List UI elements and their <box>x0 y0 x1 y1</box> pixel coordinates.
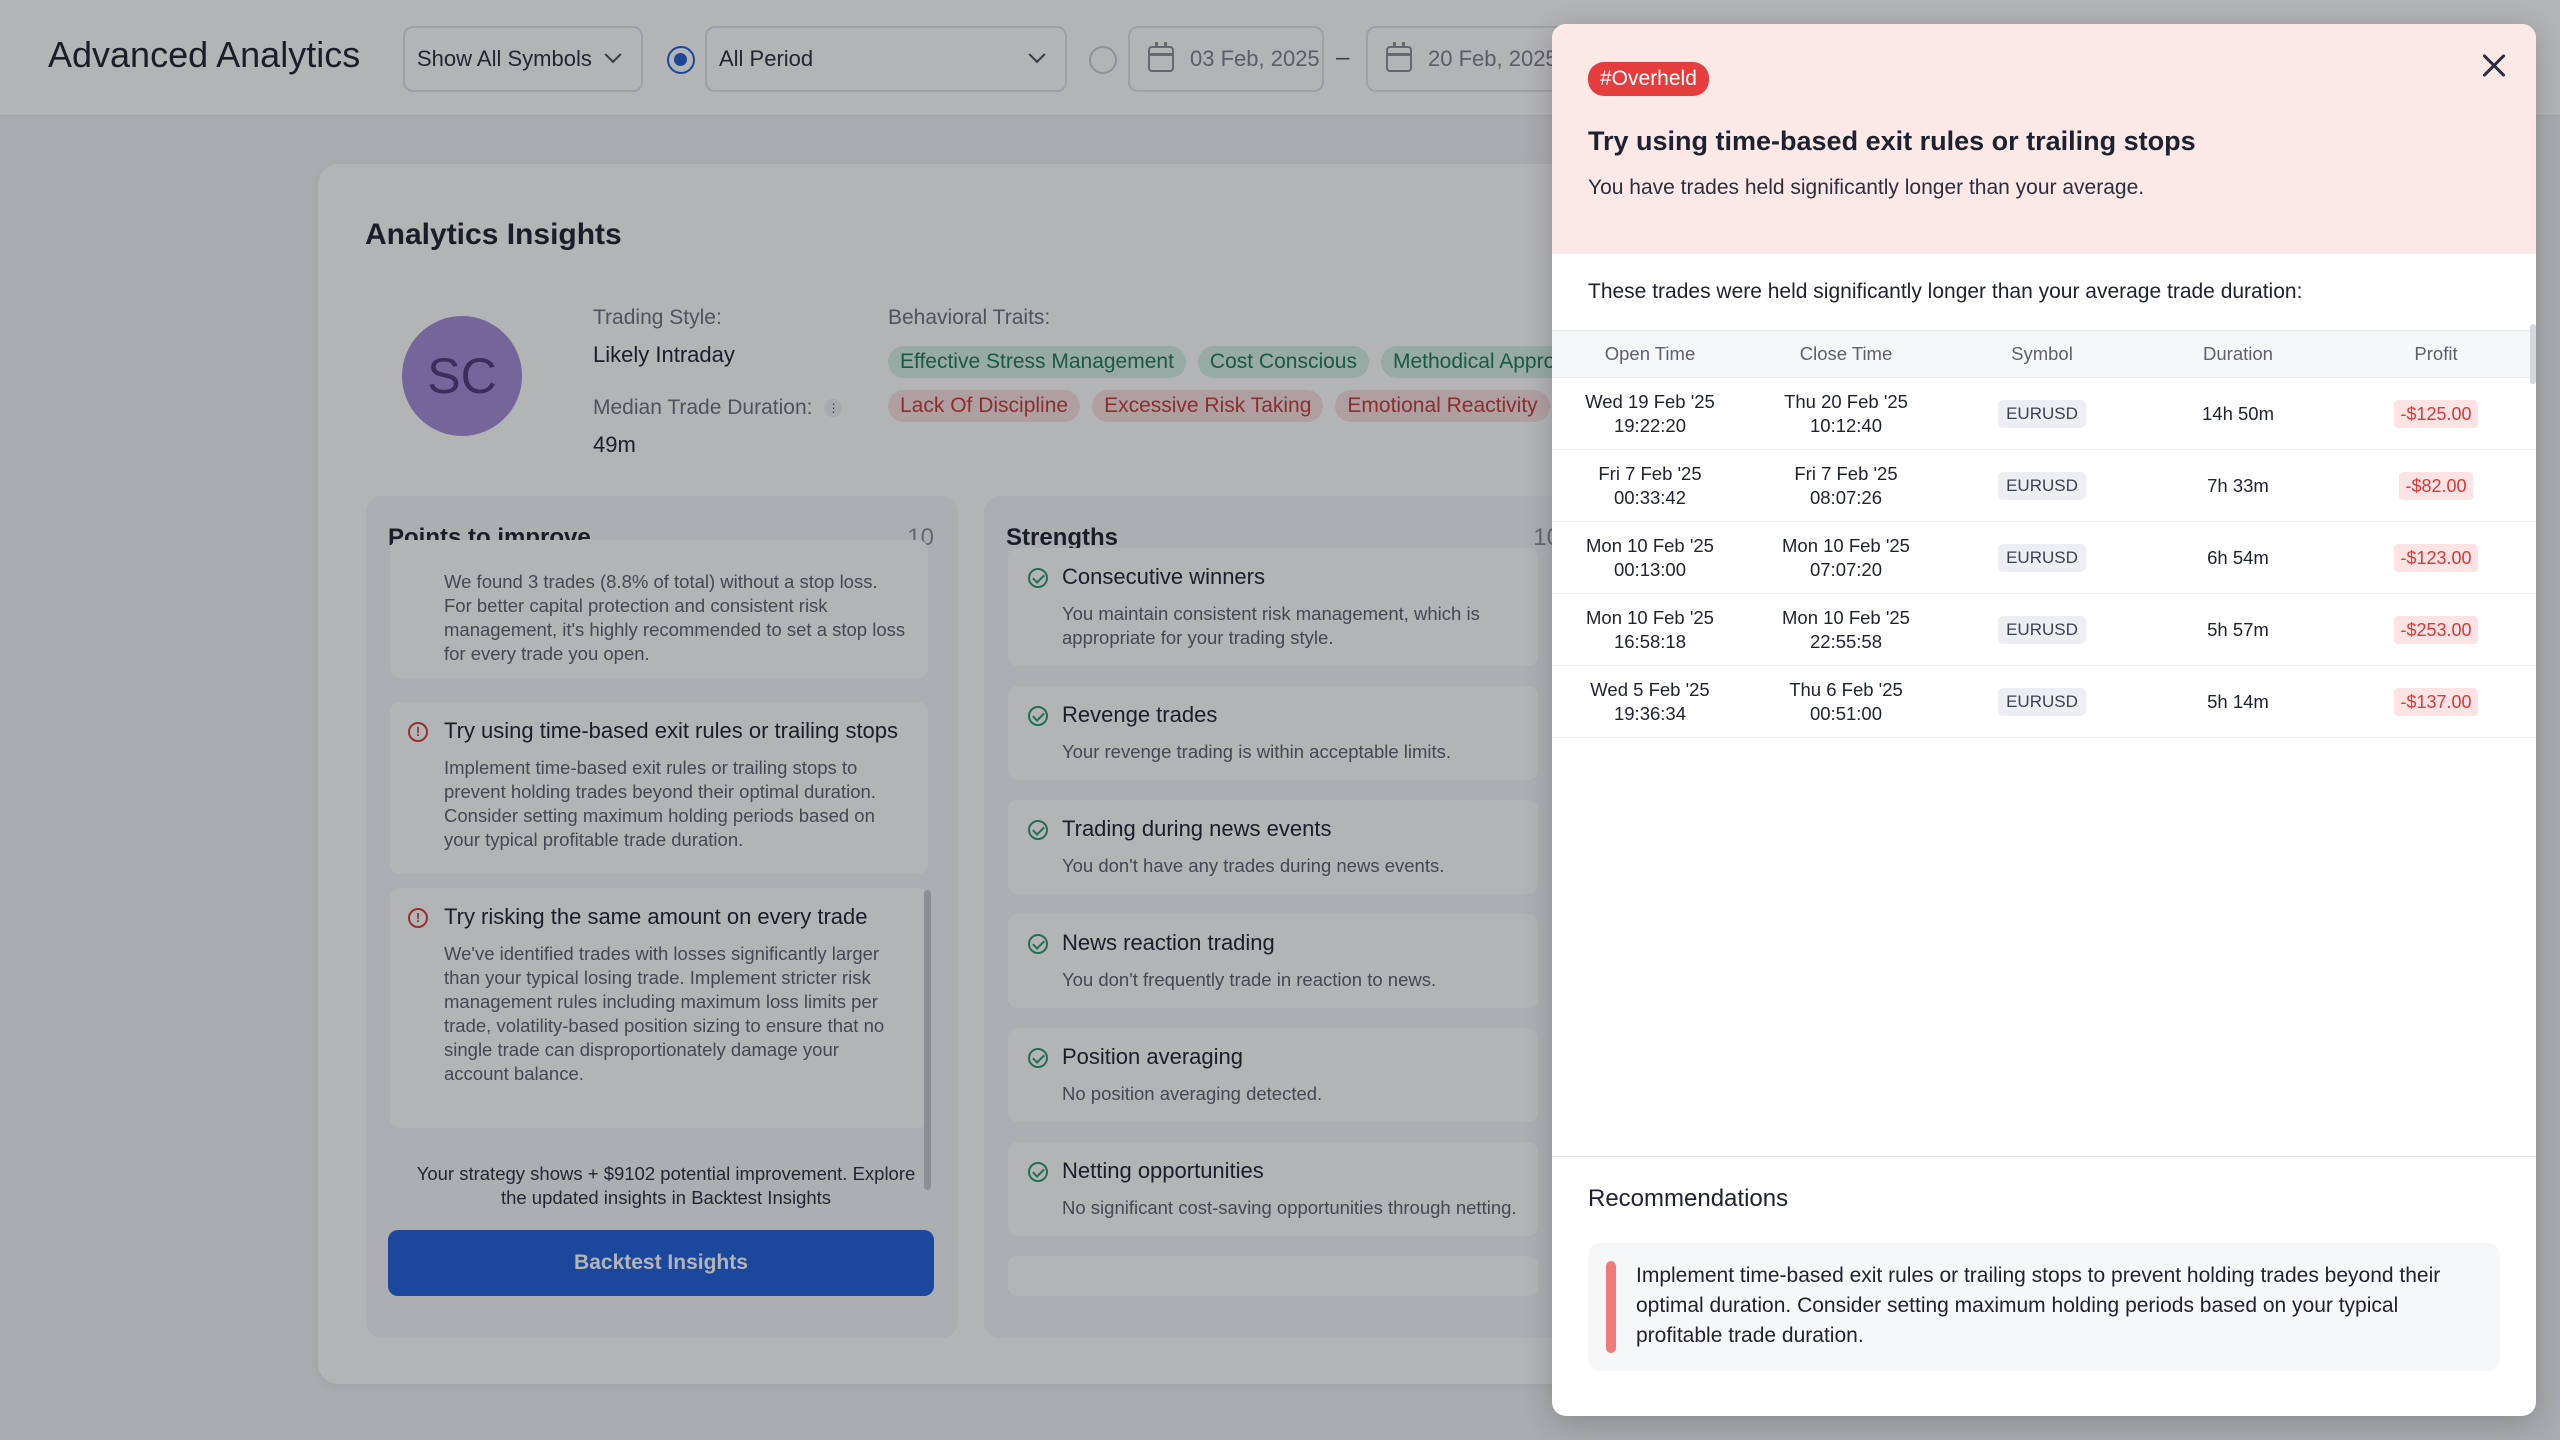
symbol-cell: EURUSD <box>1944 687 2140 716</box>
table-intro: These trades were held significantly lon… <box>1588 280 2303 303</box>
duration-cell: 7h 33m <box>2207 474 2269 496</box>
profit-cell: -$253.00 <box>2336 615 2536 644</box>
table-row[interactable]: Mon 10 Feb '25 16:58:18 Mon 10 Feb '25 22:… <box>1552 594 2536 666</box>
duration-cell: 14h 50m <box>2202 402 2274 424</box>
profit-badge: -$125.00 <box>2394 399 2478 428</box>
profit-cell: -$125.00 <box>2336 399 2536 428</box>
profit-badge: -$137.00 <box>2394 687 2478 716</box>
drawer-subtitle: You have trades held significantly longe… <box>1588 176 2145 199</box>
insight-detail-drawer: #Overheld Try using time-based exit rule… <box>1552 24 2536 1416</box>
profit-badge: -$123.00 <box>2394 543 2478 572</box>
profit-cell: -$123.00 <box>2336 543 2536 572</box>
duration-cell: 5h 57m <box>2207 618 2269 640</box>
column-header[interactable]: Symbol <box>1944 342 2140 366</box>
symbol-cell: EURUSD <box>1944 471 2140 500</box>
profit-badge: -$253.00 <box>2394 615 2478 644</box>
close-icon[interactable] <box>2474 46 2514 86</box>
duration-cell: 6h 54m <box>2207 546 2269 568</box>
table-row[interactable]: Mon 10 Feb '25 00:13:00 Mon 10 Feb '25 07:… <box>1552 522 2536 594</box>
profit-cell: -$82.00 <box>2336 471 2536 500</box>
table-header: Open Time Close Time Symbol Duration Pro… <box>1552 330 2536 378</box>
recommendation-accent-bar <box>1606 1261 1616 1353</box>
recommendations-section: Recommendations Implement time-based exi… <box>1552 1156 2536 1416</box>
overheld-tag: #Overheld <box>1588 62 1709 96</box>
open-time-cell: Wed 5 Feb '25 19:36:34 <box>1590 678 1710 724</box>
symbol-cell: EURUSD <box>1944 543 2140 572</box>
trades-table: Open Time Close Time Symbol Duration Pro… <box>1552 330 2536 738</box>
column-header[interactable]: Profit <box>2336 342 2536 366</box>
symbol-badge: EURUSD <box>1998 687 2086 716</box>
profit-cell: -$137.00 <box>2336 687 2536 716</box>
open-time-cell: Fri 7 Feb '25 00:33:42 <box>1598 462 1702 508</box>
close-time-cell: Thu 6 Feb '25 00:51:00 <box>1789 678 1903 724</box>
open-time-cell: Mon 10 Feb '25 00:13:00 <box>1586 534 1714 580</box>
drawer-title: Try using time-based exit rules or trail… <box>1588 126 2196 156</box>
close-time-cell: Fri 7 Feb '25 08:07:26 <box>1794 462 1898 508</box>
open-time-cell: Wed 19 Feb '25 19:22:20 <box>1585 390 1715 436</box>
symbol-badge: EURUSD <box>1998 471 2086 500</box>
table-row[interactable]: Fri 7 Feb '25 00:33:42 Fri 7 Feb '25 08:07… <box>1552 450 2536 522</box>
drawer-header: #Overheld Try using time-based exit rule… <box>1552 24 2536 254</box>
close-time-cell: Thu 20 Feb '25 10:12:40 <box>1784 390 1908 436</box>
column-header[interactable]: Close Time <box>1748 342 1944 366</box>
recommendations-title: Recommendations <box>1588 1185 1789 1212</box>
table-row[interactable]: Wed 19 Feb '25 19:22:20 Thu 20 Feb '25 10:… <box>1552 378 2536 450</box>
scrollbar[interactable] <box>2530 324 2536 384</box>
recommendation-text: Implement time-based exit rules or trail… <box>1636 1264 2441 1347</box>
symbol-cell: EURUSD <box>1944 399 2140 428</box>
symbol-badge: EURUSD <box>1998 615 2086 644</box>
table-row[interactable]: Wed 5 Feb '25 19:36:34 Thu 6 Feb '25 00:51… <box>1552 666 2536 738</box>
recommendation-box: Implement time-based exit rules or trail… <box>1588 1243 2500 1371</box>
close-time-cell: Mon 10 Feb '25 22:55:58 <box>1782 606 1910 652</box>
symbol-badge: EURUSD <box>1998 399 2086 428</box>
open-time-cell: Mon 10 Feb '25 16:58:18 <box>1586 606 1714 652</box>
profit-badge: -$82.00 <box>2399 471 2473 500</box>
column-header[interactable]: Open Time <box>1552 342 1748 366</box>
close-time-cell: Mon 10 Feb '25 07:07:20 <box>1782 534 1910 580</box>
symbol-cell: EURUSD <box>1944 615 2140 644</box>
column-header[interactable]: Duration <box>2140 342 2336 366</box>
symbol-badge: EURUSD <box>1998 543 2086 572</box>
duration-cell: 5h 14m <box>2207 690 2269 712</box>
